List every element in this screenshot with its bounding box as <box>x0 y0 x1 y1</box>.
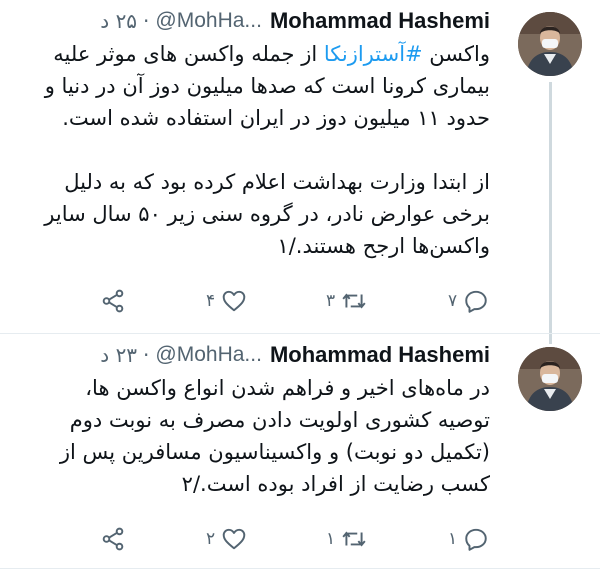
reply-icon <box>465 290 487 313</box>
tweet[interactable]: ۲۵ د · @MohHa... Mohammad Hashemi واکسن … <box>0 0 600 344</box>
text-segment: از ابتدا وزارت بهداشت اعلام کرده بود که … <box>44 170 490 258</box>
retweet-button[interactable]: ۳ <box>320 286 367 316</box>
tweet[interactable]: ۲۳ د · @MohHa... Mohammad Hashemi در ماه… <box>0 334 600 569</box>
tweet-text: واکسن #آسترازنکا از جمله واکسن های موثر … <box>35 38 490 262</box>
tweet-time[interactable]: ۲۵ د <box>100 9 137 33</box>
user-name[interactable]: Mohammad Hashemi <box>270 342 490 368</box>
reply-button[interactable]: ۱ <box>442 524 489 554</box>
avatar[interactable] <box>518 347 582 411</box>
share-icon <box>102 289 124 313</box>
retweet-count: ۱ <box>326 529 336 549</box>
hashtag-link[interactable]: #آسترازنکا <box>324 42 423 66</box>
retweet-icon <box>342 293 366 309</box>
heart-icon <box>222 290 246 312</box>
share-button[interactable] <box>100 524 126 554</box>
tweet-header: ۲۳ د · @MohHa... Mohammad Hashemi <box>100 340 490 370</box>
avatar[interactable] <box>518 12 582 76</box>
like-button[interactable]: ۴ <box>200 286 247 316</box>
tweet-header: ۲۵ د · @MohHa... Mohammad Hashemi <box>100 6 490 36</box>
reply-count: ۱ <box>448 529 458 549</box>
text-segment: در ماه‌های اخیر و فراهم شدن انواع واکسن … <box>59 376 490 496</box>
tweet-time[interactable]: ۲۳ د <box>100 343 137 367</box>
like-button[interactable]: ۲ <box>200 524 247 554</box>
like-count: ۲ <box>206 529 216 549</box>
heart-icon <box>222 528 246 550</box>
reply-count: ۷ <box>448 291 458 311</box>
tweet-text: در ماه‌های اخیر و فراهم شدن انواع واکسن … <box>35 372 490 500</box>
like-count: ۴ <box>206 291 216 311</box>
share-button[interactable] <box>100 286 126 316</box>
user-name[interactable]: Mohammad Hashemi <box>270 8 490 34</box>
reply-button[interactable]: ۷ <box>442 286 489 316</box>
separator-dot: · <box>143 9 150 33</box>
tweet-paragraph: واکسن #آسترازنکا از جمله واکسن های موثر … <box>35 38 490 134</box>
tweet-actions: ۴ ۳ ۷ <box>0 286 600 316</box>
user-handle[interactable]: @MohHa... <box>155 343 262 367</box>
retweet-count: ۳ <box>326 291 336 311</box>
tweet-actions: ۲ ۱ ۱ <box>0 524 600 554</box>
share-icon <box>102 527 124 551</box>
separator-dot: · <box>143 343 150 367</box>
retweet-button[interactable]: ۱ <box>320 524 367 554</box>
text-segment: واکسن <box>422 42 490 66</box>
tweet-paragraph: از ابتدا وزارت بهداشت اعلام کرده بود که … <box>35 166 490 262</box>
tweet-paragraph: در ماه‌های اخیر و فراهم شدن انواع واکسن … <box>35 372 490 500</box>
user-handle[interactable]: @MohHa... <box>155 9 262 33</box>
reply-icon <box>465 528 487 551</box>
retweet-icon <box>342 531 366 547</box>
